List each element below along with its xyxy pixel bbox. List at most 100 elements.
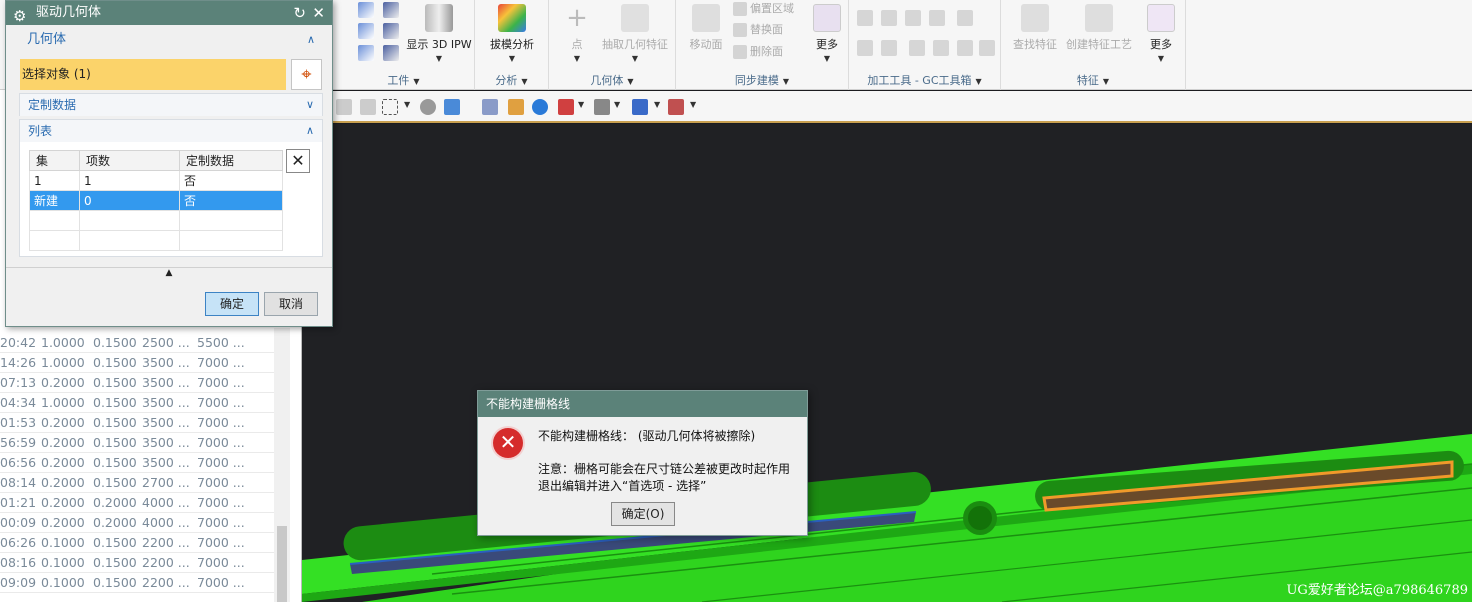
- more-sync-button[interactable]: 更多 ▼: [810, 4, 844, 63]
- orient-cube-icon[interactable]: [632, 99, 648, 115]
- more-feature-button[interactable]: 更多 ▼: [1143, 4, 1179, 63]
- column-header-count[interactable]: 项数: [79, 150, 180, 171]
- geometry-section-header[interactable]: 几何体 ∧: [19, 29, 323, 51]
- tool-icon-4[interactable]: [929, 10, 945, 26]
- zoom-icon[interactable]: [508, 99, 524, 115]
- delete-face-button[interactable]: 删除面: [733, 43, 783, 61]
- tool-icon-9[interactable]: [933, 40, 949, 56]
- dialog-title: 驱动几何体: [36, 5, 102, 20]
- chevron-down-icon[interactable]: ▼: [1143, 54, 1179, 63]
- chevron-down-icon[interactable]: ▼: [976, 77, 982, 86]
- tool-icon-6[interactable]: [857, 40, 873, 56]
- select-icon[interactable]: [336, 99, 352, 115]
- reset-icon[interactable]: ↻: [293, 1, 306, 25]
- layout-icon[interactable]: [558, 99, 574, 115]
- list-section-header[interactable]: 列表 ∧: [20, 120, 322, 142]
- crosshair-icon[interactable]: ⌖: [291, 59, 322, 90]
- chevron-down-icon[interactable]: ▼: [477, 54, 547, 63]
- offset-region-button[interactable]: 偏置区域: [733, 0, 794, 18]
- table-row[interactable]: 1 1 否: [29, 170, 283, 191]
- list-cell: 09:09: [0, 575, 37, 590]
- render-style-icon[interactable]: [594, 99, 610, 115]
- find-feature-icon: [1021, 4, 1049, 32]
- show-3d-ipw-button[interactable]: 显示 3D IPW ▼: [405, 4, 473, 63]
- chevron-down-icon[interactable]: ▼: [1103, 77, 1109, 86]
- list-item[interactable]: 08:14 0.2000 0.1500 2700 ... 7000 ...: [0, 473, 274, 493]
- tool-icon-7[interactable]: [881, 40, 897, 56]
- rotate-icon[interactable]: [532, 99, 548, 115]
- chevron-down-icon[interactable]: ▼: [783, 77, 789, 86]
- create-feature-process-button[interactable]: 创建特征工艺: [1063, 4, 1135, 52]
- ok-button[interactable]: 确定: [205, 292, 259, 316]
- scrollbar-thumb[interactable]: [277, 526, 287, 602]
- replace-face-button[interactable]: 替换面: [733, 21, 783, 39]
- close-icon[interactable]: ✕: [312, 1, 325, 25]
- list-item[interactable]: 06:56 0.2000 0.1500 3500 ... 7000 ...: [0, 453, 274, 473]
- chevron-down-icon[interactable]: ▼: [413, 77, 419, 86]
- column-header-custom[interactable]: 定制数据: [179, 150, 283, 171]
- chevron-down-icon[interactable]: ▼: [690, 100, 696, 109]
- list-cell: 7000 ...: [197, 415, 245, 430]
- list-item[interactable]: 07:13 0.2000 0.1500 3500 ... 7000 ...: [0, 373, 274, 393]
- table-cell: 新建: [29, 190, 80, 211]
- chevron-down-icon[interactable]: ▼: [559, 54, 595, 63]
- ipw-small-icon-3[interactable]: [358, 23, 374, 39]
- collapse-arrow-icon[interactable]: ▲: [6, 267, 332, 281]
- ipw-small-icon-4[interactable]: [383, 23, 399, 39]
- list-item[interactable]: 20:42 1.0000 0.1500 2500 ... 5500 ...: [0, 333, 274, 353]
- chevron-down-icon[interactable]: ▼: [654, 100, 660, 109]
- find-feature-button[interactable]: 查找特征: [1009, 4, 1061, 52]
- point-button[interactable]: + 点 ▼: [559, 4, 595, 63]
- tool-icon-5[interactable]: [957, 10, 973, 26]
- column-header-set[interactable]: 集: [29, 150, 80, 171]
- tool-icon-10[interactable]: [957, 40, 973, 56]
- list-item[interactable]: 08:16 0.1000 0.1500 2200 ... 7000 ...: [0, 553, 274, 573]
- extract-geometry-button[interactable]: 抽取几何特征 ▼: [597, 4, 673, 63]
- cube-icon[interactable]: [444, 99, 460, 115]
- error-note-2: 退出编辑并进入“首选项 - 选择”: [538, 479, 707, 493]
- list-scrollbar[interactable]: [274, 328, 290, 602]
- list-cell: 08:14: [0, 475, 37, 490]
- chevron-down-icon[interactable]: ▼: [614, 100, 620, 109]
- tool-icon-11[interactable]: [979, 40, 995, 56]
- list-item[interactable]: 56:59 0.2000 0.1500 3500 ... 7000 ...: [0, 433, 274, 453]
- error-ok-button[interactable]: 确定(O): [611, 502, 675, 526]
- tool-icon-8[interactable]: [909, 40, 925, 56]
- move-face-button[interactable]: 移动面: [684, 4, 728, 52]
- dialog-titlebar[interactable]: ⚙ 驱动几何体 ↻ ✕: [6, 1, 332, 25]
- box-select-icon[interactable]: [382, 99, 398, 115]
- cancel-button[interactable]: 取消: [264, 292, 318, 316]
- chevron-down-icon[interactable]: ▼: [597, 54, 673, 63]
- ipw-small-icon-6[interactable]: [383, 45, 399, 61]
- select-filter-icon[interactable]: [360, 99, 376, 115]
- ipw-small-icon-5[interactable]: [358, 45, 374, 61]
- list-item[interactable]: 09:09 0.1000 0.1500 2200 ... 7000 ...: [0, 573, 274, 593]
- list-item[interactable]: 04:34 1.0000 0.1500 3500 ... 7000 ...: [0, 393, 274, 413]
- shaded-icon[interactable]: [420, 99, 436, 115]
- ipw-small-icon-1[interactable]: [358, 2, 374, 18]
- draft-analysis-button[interactable]: 拔模分析 ▼: [477, 4, 547, 63]
- tool-icon-2[interactable]: [881, 10, 897, 26]
- list-cell: 0.2000: [93, 495, 137, 510]
- list-item[interactable]: 14:26 1.0000 0.1500 3500 ... 7000 ...: [0, 353, 274, 373]
- list-item[interactable]: 01:21 0.2000 0.2000 4000 ... 7000 ...: [0, 493, 274, 513]
- chevron-down-icon[interactable]: ▼: [405, 54, 473, 63]
- chevron-down-icon[interactable]: ▼: [627, 77, 633, 86]
- error-dialog-title[interactable]: 不能构建栅格线: [478, 391, 807, 417]
- custom-data-header[interactable]: 定制数据 ∨: [20, 94, 322, 116]
- list-item[interactable]: 01:53 0.2000 0.1500 3500 ... 7000 ...: [0, 413, 274, 433]
- delete-icon[interactable]: ✕: [286, 149, 310, 173]
- tool-icon-3[interactable]: [905, 10, 921, 26]
- list-item[interactable]: 06:26 0.1000 0.1500 2200 ... 7000 ...: [0, 533, 274, 553]
- select-object-row[interactable]: 选择对象 (1): [20, 59, 286, 90]
- chevron-down-icon[interactable]: ▼: [521, 77, 527, 86]
- tool-icon-1[interactable]: [857, 10, 873, 26]
- chevron-down-icon[interactable]: ▼: [578, 100, 584, 109]
- chevron-down-icon[interactable]: ▼: [810, 54, 844, 63]
- table-row[interactable]: 新建 0 否: [29, 190, 283, 211]
- fit-view-icon[interactable]: [482, 99, 498, 115]
- chevron-down-icon[interactable]: ▼: [404, 100, 410, 109]
- visibility-icon[interactable]: [668, 99, 684, 115]
- ipw-small-icon-2[interactable]: [383, 2, 399, 18]
- list-item[interactable]: 00:09 0.2000 0.2000 4000 ... 7000 ...: [0, 513, 274, 533]
